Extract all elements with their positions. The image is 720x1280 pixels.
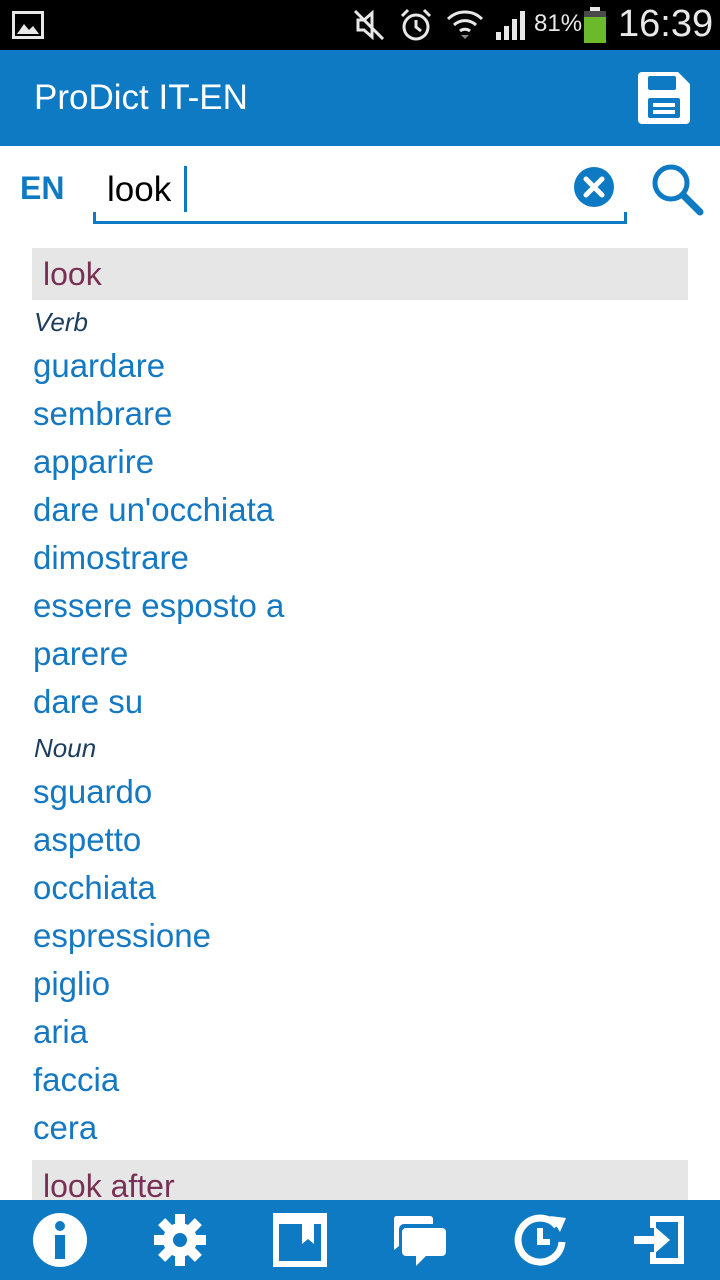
translation-item[interactable]: dimostrare	[33, 534, 720, 582]
search-field[interactable]	[93, 158, 627, 224]
history-icon[interactable]	[512, 1212, 568, 1268]
headword[interactable]: look	[32, 248, 688, 300]
exit-icon[interactable]	[632, 1212, 688, 1268]
text-cursor	[184, 166, 187, 212]
battery-icon	[583, 0, 607, 50]
wifi-icon	[446, 0, 484, 50]
translation-item[interactable]: espressione	[33, 912, 720, 960]
translation-item[interactable]: apparire	[33, 438, 720, 486]
translation-item[interactable]: faccia	[33, 1056, 720, 1104]
mute-icon	[352, 0, 386, 50]
translation-item[interactable]: essere esposto a	[33, 582, 720, 630]
part-of-speech: Verb	[34, 307, 88, 337]
save-icon[interactable]	[636, 70, 692, 126]
app-title: ProDict IT-EN	[34, 78, 248, 117]
entry-gap	[0, 1152, 720, 1160]
status-bar: 81% 16:39	[0, 0, 720, 50]
search-icon[interactable]	[650, 162, 704, 216]
settings-icon[interactable]	[152, 1212, 208, 1268]
translation-item[interactable]: occhiata	[33, 864, 720, 912]
clear-icon[interactable]	[573, 166, 615, 208]
alarm-icon	[398, 0, 434, 50]
bottom-toolbar	[0, 1200, 720, 1280]
results-list: look Verb guardare sembrare apparire dar…	[0, 248, 720, 1200]
info-icon[interactable]	[32, 1212, 88, 1268]
translation-item[interactable]: piglio	[33, 960, 720, 1008]
app-bar: ProDict IT-EN	[0, 50, 720, 146]
translation-item[interactable]: sembrare	[33, 390, 720, 438]
translation-item[interactable]: aria	[33, 1008, 720, 1056]
headword[interactable]: look after	[32, 1160, 688, 1200]
signal-icon	[494, 0, 530, 50]
gallery-notification-icon	[12, 0, 44, 50]
translation-item[interactable]: parere	[33, 630, 720, 678]
translation-item[interactable]: guardare	[33, 342, 720, 390]
status-time: 16:39	[618, 3, 714, 45]
part-of-speech: Noun	[34, 733, 97, 763]
bookmarks-icon[interactable]	[272, 1212, 328, 1268]
translation-item[interactable]: cera	[33, 1104, 720, 1152]
translation-item[interactable]: dare un'occhiata	[33, 486, 720, 534]
translation-item[interactable]: sguardo	[33, 768, 720, 816]
translation-item[interactable]: dare su	[33, 678, 720, 726]
battery-percent: 81%	[534, 10, 583, 37]
search-input[interactable]	[107, 166, 557, 214]
feedback-icon[interactable]	[392, 1212, 448, 1268]
language-toggle[interactable]: EN	[20, 170, 64, 207]
translation-item[interactable]: aspetto	[33, 816, 720, 864]
